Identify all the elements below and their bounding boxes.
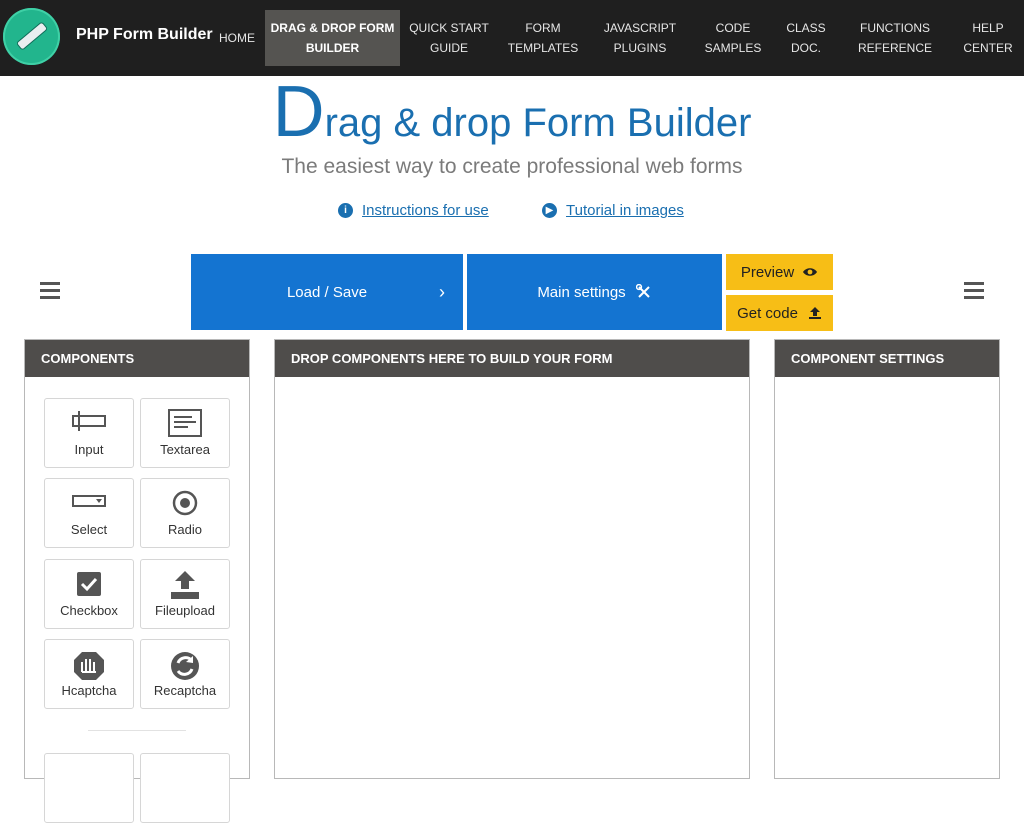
component-select-label: Select — [70, 522, 108, 537]
component-fileupload[interactable]: Fileupload — [140, 559, 230, 629]
component-textarea[interactable]: Textarea — [140, 398, 230, 468]
component-radio-label: Radio — [168, 522, 202, 537]
component-recaptcha[interactable]: Recaptcha — [140, 639, 230, 709]
page-title: Drag & drop Form Builder — [0, 74, 1024, 150]
component-next-row-item[interactable] — [44, 753, 134, 823]
preview-button[interactable]: Preview — [726, 254, 833, 290]
info-icon: i — [338, 203, 353, 218]
form-dropzone-panel[interactable]: DROP COMPONENTS HERE TO BUILD YOUR FORM — [274, 339, 750, 779]
nav-quick-start-guide[interactable]: QUICK START GUIDE — [408, 10, 490, 66]
component-radio[interactable]: Radio — [140, 478, 230, 548]
preview-label: Preview — [740, 263, 795, 281]
upload-icon — [171, 571, 199, 599]
tools-icon — [635, 284, 650, 298]
component-fileupload-label: Fileupload — [155, 603, 215, 618]
right-menu-hamburger-icon[interactable] — [964, 282, 984, 299]
load-save-label: Load / Save — [286, 283, 368, 301]
nav-form-templates[interactable]: FORM TEMPLATES — [503, 10, 583, 66]
page-title-initial: D — [272, 72, 325, 152]
instructions-link-label: Instructions for use — [362, 202, 489, 219]
main-settings-label: Main settings — [537, 283, 626, 301]
tutorial-link[interactable]: ▶ Tutorial in images — [542, 202, 684, 219]
nav-drag-drop-form-builder[interactable]: DRAG & DROP FORM BUILDER — [265, 10, 400, 66]
component-recaptcha-label: Recaptcha — [153, 683, 217, 698]
get-code-label: Get code — [737, 304, 798, 322]
eye-icon — [803, 268, 818, 276]
upload-icon — [808, 307, 821, 319]
component-next-row-item[interactable] — [140, 753, 230, 823]
component-checkbox-label: Checkbox — [60, 603, 118, 618]
components-divider — [88, 730, 186, 731]
nav-class-doc[interactable]: CLASS DOC. — [780, 10, 832, 66]
dropzone-panel-title: DROP COMPONENTS HERE TO BUILD YOUR FORM — [275, 340, 749, 377]
main-settings-button[interactable]: Main settings — [467, 254, 722, 330]
component-settings-panel: COMPONENT SETTINGS — [774, 339, 1000, 779]
select-icon — [72, 495, 106, 507]
page-title-rest: rag & drop Form Builder — [324, 101, 752, 145]
load-save-button[interactable]: Load / Save › — [191, 254, 463, 330]
top-navigation: PHP Form Builder HOME DRAG & DROP FORM B… — [0, 0, 1024, 76]
brand-name[interactable]: PHP Form Builder — [76, 26, 213, 44]
get-code-button[interactable]: Get code — [726, 295, 833, 331]
instructions-link[interactable]: i Instructions for use — [338, 202, 489, 219]
textarea-icon — [168, 409, 202, 437]
nav-functions-reference[interactable]: FUNCTIONS REFERENCE — [857, 10, 933, 66]
input-icon — [72, 411, 106, 431]
settings-panel-title: COMPONENT SETTINGS — [775, 340, 999, 377]
component-hcaptcha[interactable]: Hcaptcha — [44, 639, 134, 709]
nav-javascript-plugins[interactable]: JAVASCRIPT PLUGINS — [598, 10, 682, 66]
component-input-label: Input — [74, 442, 104, 457]
component-hcaptcha-label: Hcaptcha — [61, 683, 117, 698]
chevron-right-icon: › — [439, 281, 445, 302]
checkbox-icon — [77, 572, 101, 596]
radio-icon — [172, 490, 198, 516]
hcaptcha-icon — [74, 652, 104, 680]
recaptcha-icon — [171, 652, 199, 680]
left-menu-hamburger-icon[interactable] — [40, 282, 60, 299]
play-icon: ▶ — [542, 203, 557, 218]
component-input[interactable]: Input — [44, 398, 134, 468]
component-select[interactable]: Select — [44, 478, 134, 548]
nav-help-center[interactable]: HELP CENTER — [962, 10, 1014, 66]
component-checkbox[interactable]: Checkbox — [44, 559, 134, 629]
logo-pen-icon[interactable] — [3, 8, 60, 65]
components-panel-title: COMPONENTS — [25, 340, 249, 377]
nav-home[interactable]: HOME — [214, 10, 260, 66]
page-subtitle: The easiest way to create professional w… — [281, 155, 743, 178]
tutorial-link-label: Tutorial in images — [566, 202, 684, 219]
nav-code-samples[interactable]: CODE SAMPLES — [702, 10, 764, 66]
component-textarea-label: Textarea — [160, 442, 210, 457]
